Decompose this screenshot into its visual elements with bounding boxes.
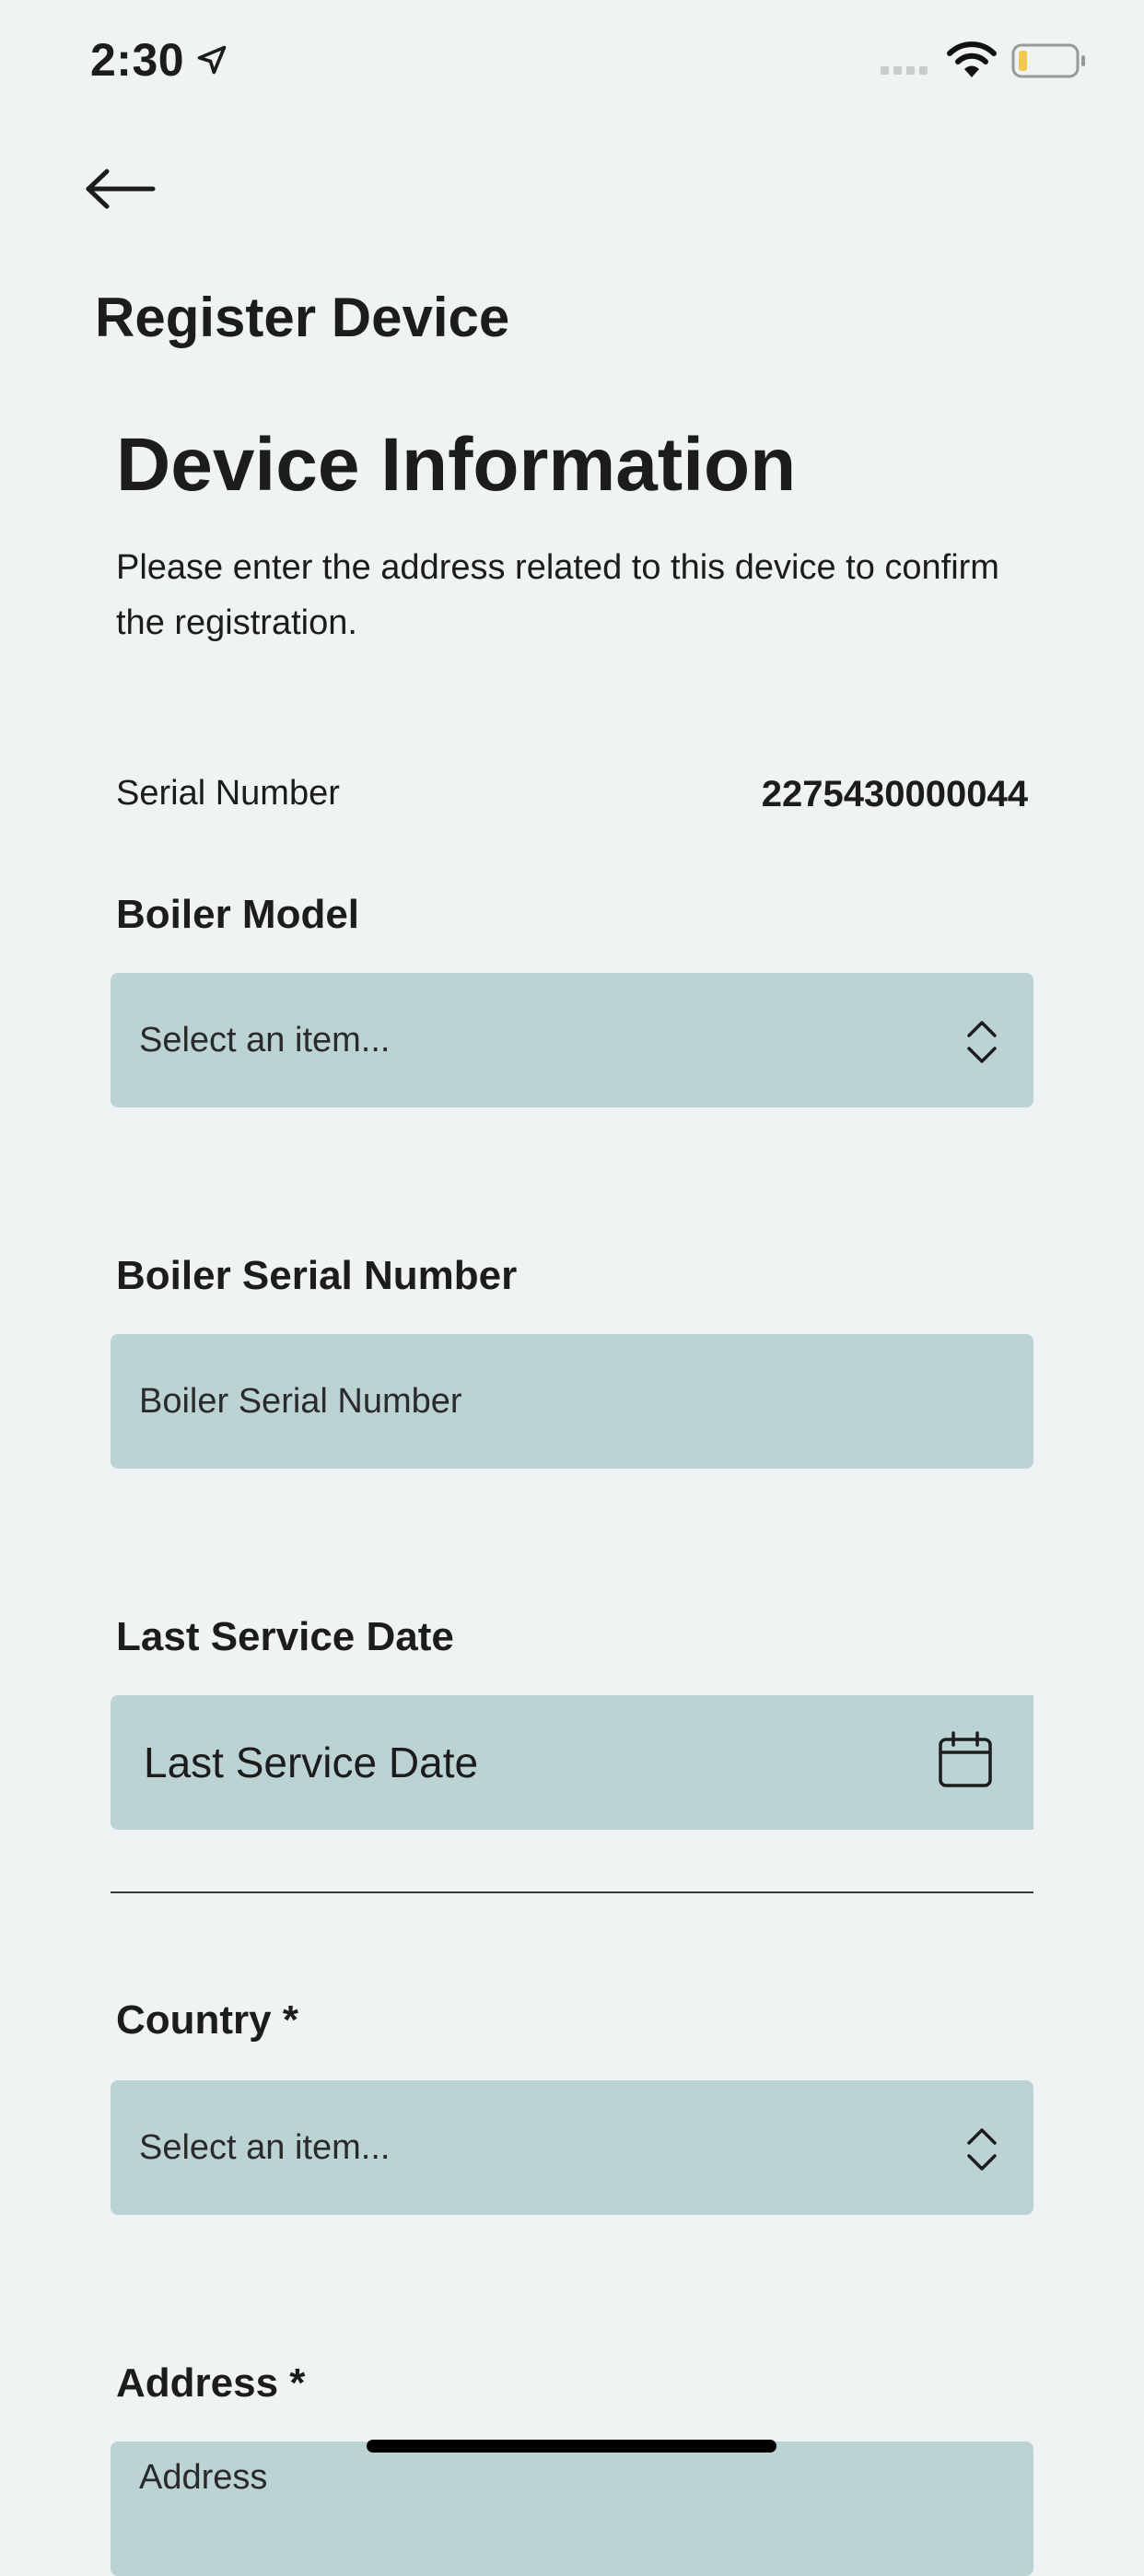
location-arrow-icon — [197, 45, 227, 75]
chevron-up-down-icon — [967, 2128, 997, 2171]
battery-icon — [1011, 43, 1085, 78]
serial-number-label: Serial Number — [116, 774, 340, 813]
boiler-model-select[interactable]: Select an item... — [111, 973, 1033, 1107]
wifi-icon — [947, 41, 997, 77]
section-description: Please enter the address related to this… — [116, 548, 999, 642]
country-select[interactable]: Select an item... — [111, 2080, 1033, 2215]
country-label: Country * — [116, 1997, 298, 2043]
page-title: Register Device — [95, 287, 510, 348]
last-service-date-placeholder: Last Service Date — [144, 1739, 479, 1786]
last-service-date-input[interactable]: Last Service Date — [111, 1695, 1033, 1830]
address-input[interactable]: Address — [111, 2441, 1033, 2576]
boiler-model-label: Boiler Model — [116, 892, 360, 937]
country-placeholder: Select an item... — [139, 2127, 391, 2167]
home-indicator — [367, 2440, 776, 2453]
calendar-icon[interactable] — [938, 1730, 993, 1789]
cellular-signal-icon — [881, 66, 928, 75]
date-field-underline — [111, 1891, 1033, 1893]
address-placeholder: Address — [139, 2458, 268, 2497]
boiler-serial-label: Boiler Serial Number — [116, 1253, 518, 1298]
boiler-serial-input[interactable]: Boiler Serial Number — [111, 1334, 1033, 1469]
boiler-model-placeholder: Select an item... — [139, 1020, 391, 1060]
chevron-up-down-icon — [967, 1021, 997, 1063]
serial-number-value: 2275430000044 — [761, 774, 1028, 814]
last-service-date-label: Last Service Date — [116, 1614, 454, 1659]
status-time: 2:30 — [90, 34, 185, 86]
section-title: Device Information — [116, 423, 797, 507]
boiler-serial-placeholder: Boiler Serial Number — [139, 1381, 462, 1421]
address-label: Address * — [116, 2360, 306, 2406]
back-arrow-icon[interactable] — [85, 168, 157, 210]
